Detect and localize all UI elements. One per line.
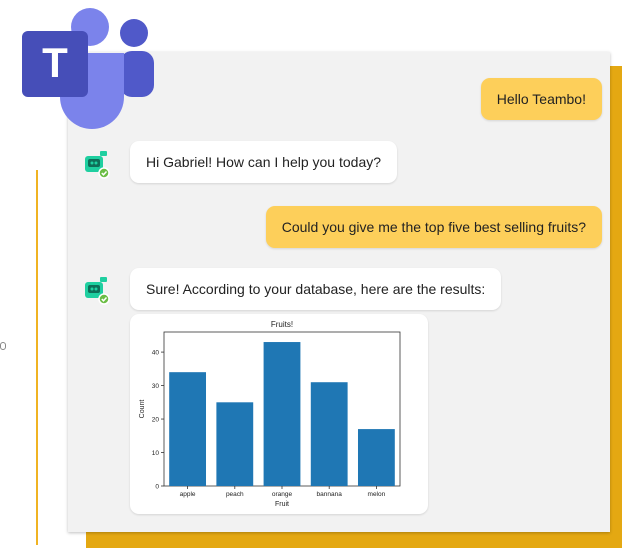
x-tick-label: apple	[180, 491, 196, 498]
bar-bannana	[310, 382, 348, 486]
y-tick-label: 30	[152, 383, 160, 390]
teams-logo-letter: T	[42, 39, 68, 86]
x-tick-label: orange	[272, 491, 293, 498]
robot-avatar-icon	[85, 151, 110, 179]
chart-card: Fruits! 0 10 20 30 40 apple peach orange bannana m…	[130, 314, 428, 514]
y-axis-label: Count	[139, 400, 146, 419]
microsoft-teams-logo-icon: T	[22, 8, 154, 129]
bot-message-1: Hi Gabriel! How can I help you today?	[130, 141, 398, 183]
bar-apple	[169, 372, 207, 486]
y-tick-label: 10	[152, 450, 160, 457]
y-tick-label: 40	[152, 350, 160, 357]
x-tick-label: bannana	[317, 491, 343, 498]
x-tick-label: peach	[226, 491, 244, 498]
robot-avatar-icon	[85, 277, 110, 305]
bar-chart: Fruits! 0 10 20 30 40 apple peach orange bannana m…	[139, 320, 401, 508]
x-axis-label: Fruit	[275, 501, 289, 508]
bot-message-2: Sure! According to your database, here a…	[130, 268, 502, 310]
bar-melon	[357, 429, 395, 486]
user-message-2: Could you give me the top five best sell…	[265, 206, 602, 248]
left-dot	[0, 342, 6, 350]
bar-peach	[216, 402, 254, 486]
bar-orange	[263, 342, 301, 486]
y-tick-label: 0	[155, 484, 159, 491]
left-accent-line	[36, 170, 38, 545]
chart-title: Fruits!	[271, 320, 293, 329]
y-tick-label: 20	[152, 417, 160, 424]
x-tick-label: melon	[368, 491, 386, 498]
user-message-1: Hello Teambo!	[480, 78, 602, 120]
